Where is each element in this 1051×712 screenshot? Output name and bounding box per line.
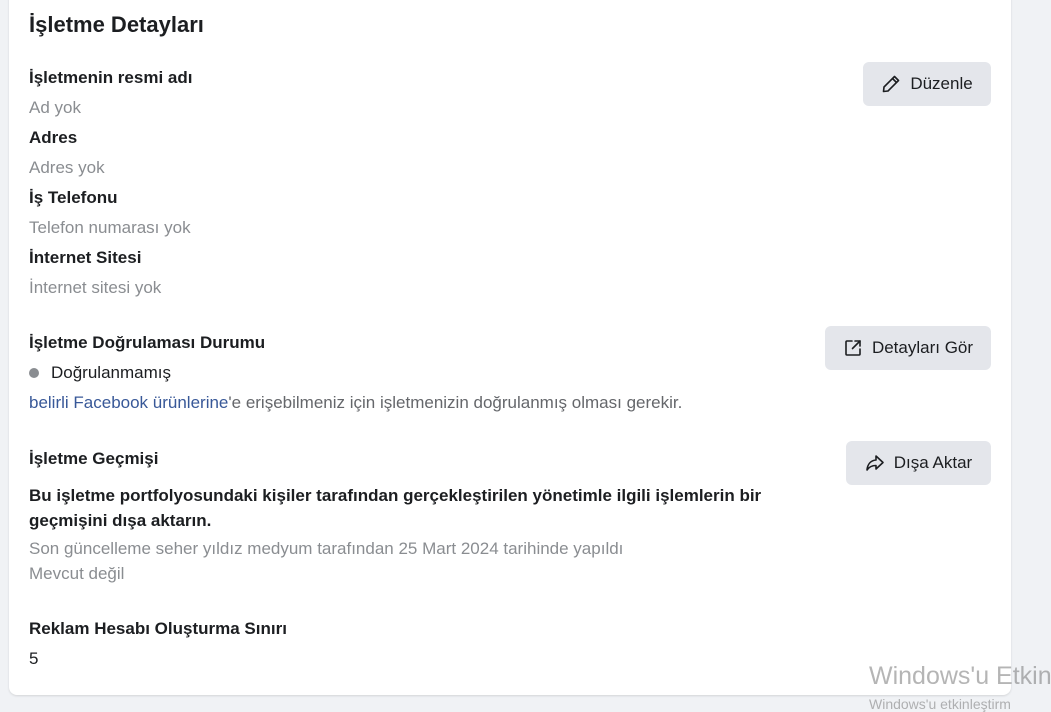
address-value: Adres yok — [29, 158, 105, 177]
history-description: Bu işletme portfolyosundaki kişiler tara… — [29, 486, 762, 530]
pencil-icon — [883, 75, 900, 93]
phone-label: İş Telefonu — [29, 188, 118, 207]
official-name-value: Ad yok — [29, 98, 81, 117]
verification-status: Doğrulanmamış — [51, 363, 171, 382]
website-label: İnternet Sitesi — [29, 248, 142, 267]
export-button-label: Dışa Aktar — [893, 453, 973, 472]
share-arrow-icon — [865, 455, 884, 471]
external-link-icon — [845, 340, 861, 356]
ad-account-limit-value: 5 — [29, 649, 39, 668]
ad-account-limit-label: Reklam Hesabı Oluşturma Sınırı — [29, 619, 287, 638]
edit-button[interactable]: Düzenle — [863, 62, 991, 106]
export-button[interactable]: Dışa Aktar — [846, 441, 991, 485]
windows-activation-watermark-sub: Windows'u etkinleştirm — [869, 696, 1011, 712]
address-label: Adres — [29, 128, 78, 147]
view-details-button-label: Detayları Gör — [871, 338, 974, 357]
official-name-label: İşletmenin resmi adı — [29, 68, 193, 87]
facebook-products-link[interactable]: belirli Facebook ürünlerine — [29, 393, 228, 412]
view-details-button[interactable]: Detayları Gör — [825, 326, 991, 370]
website-value: İnternet sitesi yok — [29, 278, 162, 297]
verification-note-text: 'e erişebilmeniz için işletmenizin doğru… — [228, 393, 683, 412]
verification-note: belirli Facebook ürünlerine'e erişebilme… — [29, 393, 682, 413]
history-last-update: Son güncelleme seher yıldız medyum taraf… — [29, 539, 624, 558]
phone-value: Telefon numarası yok — [29, 218, 191, 237]
history-label: İşletme Geçmişi — [29, 449, 159, 468]
windows-activation-watermark: Windows'u Etkin — [869, 662, 1051, 690]
status-dot-icon — [29, 368, 39, 378]
history-availability: Mevcut değil — [29, 564, 125, 583]
page-title: İşletme Detayları — [29, 12, 204, 37]
edit-button-label: Düzenle — [910, 74, 973, 93]
verification-label: İşletme Doğrulaması Durumu — [29, 333, 266, 352]
